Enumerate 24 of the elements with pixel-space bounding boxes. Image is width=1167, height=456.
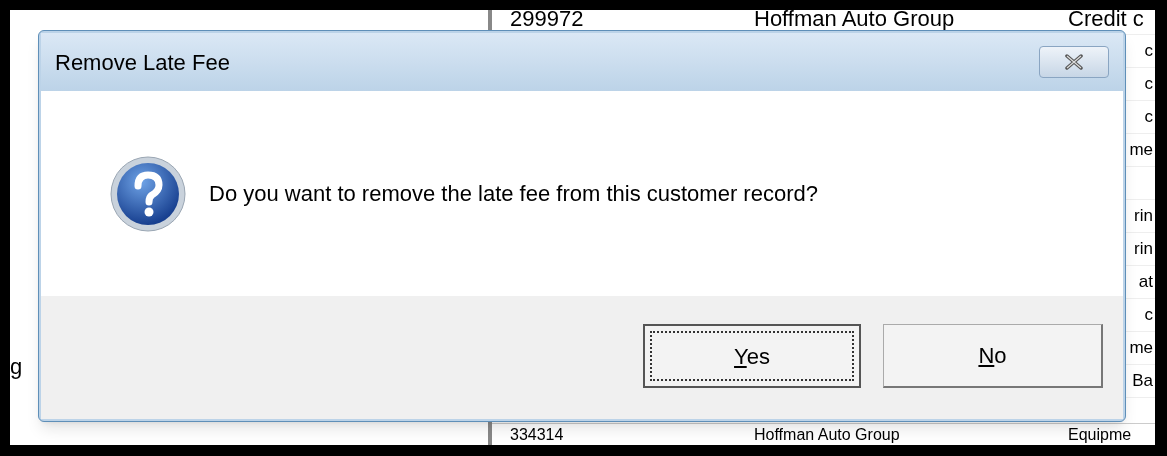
- question-icon: [109, 153, 187, 234]
- window-title: Remove Late Fee: [55, 48, 230, 77]
- table-cell: 299972: [510, 10, 584, 31]
- table-cell: Credit c: [1068, 10, 1144, 31]
- table-cell: rin: [1134, 239, 1153, 259]
- dialog-button[interactable]: Yes: [643, 324, 861, 388]
- close-icon: [1064, 54, 1084, 70]
- cell-text: g: [10, 354, 23, 379]
- table-cell: me: [1129, 338, 1153, 358]
- dialog-button[interactable]: No: [883, 324, 1103, 388]
- table-cell: Hoffman Auto Group: [754, 425, 900, 443]
- table-cell: rin: [1134, 206, 1153, 226]
- table-cell: Equipme: [1068, 425, 1132, 443]
- table-cell: 334314: [510, 425, 564, 443]
- table-cell: c: [1144, 41, 1153, 61]
- table-cell: Ba: [1132, 371, 1153, 391]
- table-cell: at: [1138, 272, 1153, 292]
- table-cell: c: [1144, 107, 1153, 127]
- table-cell: c: [1144, 74, 1153, 94]
- table-cell: c: [1144, 305, 1153, 325]
- table-cell: Hoffman Auto Group: [754, 10, 955, 31]
- close-button[interactable]: [1039, 46, 1109, 78]
- table-cell: me: [1129, 140, 1153, 160]
- dialog-message: Do you want to remove the late fee from this customer record?: [209, 180, 818, 208]
